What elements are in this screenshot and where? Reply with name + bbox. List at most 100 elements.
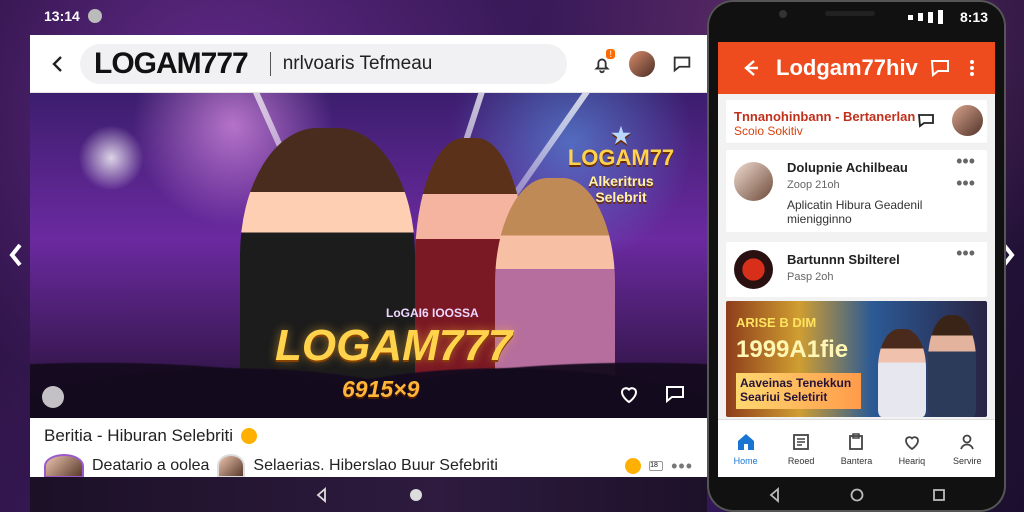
- phone-banner-line-two: 1999A1fie: [736, 336, 849, 363]
- heart-icon: [620, 387, 638, 404]
- feed-avatar[interactable]: [44, 454, 84, 477]
- left-status-time: 13:14: [44, 8, 80, 24]
- hero-small-caption: LoGAI6 IOOSSA: [386, 306, 479, 320]
- phone-top-card-chat-icon[interactable]: [917, 112, 935, 130]
- phone-time: 8:13: [959, 9, 988, 25]
- phone-chat-button[interactable]: [929, 57, 951, 79]
- signal-bar: [938, 10, 943, 24]
- section-title: Beritia - Hiburan Selebriti: [44, 426, 693, 446]
- left-status-bar: 13:14: [44, 8, 102, 24]
- tab-home-label: Home: [733, 455, 758, 466]
- notifications-button[interactable]: !: [587, 48, 617, 79]
- phone-nav-recents-button[interactable]: [931, 487, 947, 503]
- tab-board-label: Bantera: [840, 455, 873, 466]
- phone-tab-bar: Home Reoed Bantera Heariq Servire: [718, 419, 995, 477]
- search-separator: [269, 51, 271, 76]
- notification-badge: !: [606, 48, 615, 59]
- phone-status-bar: 8:13: [707, 0, 1006, 42]
- tab-profile[interactable]: Servire: [943, 432, 991, 466]
- banner-person-left: [878, 329, 926, 417]
- speaker-grille: [825, 11, 875, 16]
- profile-avatar[interactable]: [627, 48, 657, 79]
- chat-bubble-icon: [673, 56, 691, 72]
- signal-bar: [908, 14, 913, 20]
- phone-nav-back-button[interactable]: [767, 486, 783, 503]
- phone-screen: Lodgam77hiv Tnnanohinbann - Bertanerlan …: [718, 42, 995, 477]
- comment-icon: [666, 386, 684, 404]
- phone-secondary-post-meta: Pasp 2oh: [787, 271, 834, 283]
- phone-top-card-subtitle: Scoio Sokitiv: [734, 124, 803, 138]
- heart-icon: [902, 432, 922, 452]
- phone-top-card[interactable]: Tnnanohinbann - Bertanerlan Scoio Sokiti…: [726, 100, 987, 144]
- hero-banner[interactable]: ★ LOGAM77 Alkeritrus Selebrit LoGAI6 IOO…: [30, 93, 707, 418]
- hero-left-icon[interactable]: [42, 386, 64, 408]
- chat-button[interactable]: [667, 49, 697, 79]
- hero-actions: [617, 382, 689, 408]
- more-options-icon[interactable]: •••: [671, 456, 693, 477]
- main-top-bar: LOGAM777 nrlvoaris Tefmeau !: [30, 35, 707, 93]
- feed-emoji-icon: [625, 458, 642, 474]
- tab-home[interactable]: Home: [722, 432, 770, 466]
- phone-post-meta: Zoop 21oh: [787, 179, 840, 191]
- nav-home-button[interactable]: [408, 487, 424, 503]
- phone-home-circle-icon: [850, 488, 863, 501]
- phone-post-more-icon[interactable]: •••: [956, 152, 975, 170]
- phone-android-nav: [707, 477, 1006, 512]
- hero-number-text: 6915×9: [342, 376, 420, 402]
- profile-icon: [957, 432, 977, 452]
- main-android-nav: [30, 477, 707, 512]
- phone-menu-button[interactable]: [961, 57, 983, 79]
- status-dot-icon: [87, 9, 102, 23]
- phone-promo-banner[interactable]: ARISE B DIM 1999A1fie Aaveinas Tenekkun …: [726, 301, 987, 417]
- hero-small-logo-subtext: Alkeritrus Selebrit: [588, 173, 654, 205]
- phone-app-header: Lodgam77hiv: [718, 42, 995, 94]
- smile-emoji-icon: [240, 428, 257, 444]
- phone-nav-home-button[interactable]: [849, 487, 865, 503]
- home-icon: [736, 432, 756, 452]
- phone-device: 8:13 Lodgam77hiv Tnnanohinbann - Bertane…: [707, 0, 1006, 512]
- phone-top-card-title: Tnnanohinbann - Bertanerlan: [734, 109, 916, 124]
- signal-bar: [918, 13, 923, 21]
- search-bar[interactable]: LOGAM777 nrlvoaris Tefmeau: [80, 43, 567, 84]
- tab-news[interactable]: Reoed: [777, 432, 825, 466]
- phone-post-avatar[interactable]: [734, 162, 773, 201]
- front-camera: [779, 10, 787, 18]
- phone-banner-line-three: Aaveinas Tenekkun Seariui Seletirit: [736, 373, 861, 409]
- circle-home-icon: [409, 488, 422, 501]
- phone-header-title: Lodgam77hiv: [776, 55, 918, 80]
- tab-profile-label: Servire: [952, 455, 982, 466]
- tab-news-label: Reoed: [787, 455, 815, 466]
- banner-person-right: [928, 315, 976, 417]
- arrow-back-icon: [744, 60, 758, 76]
- phone-top-card-avatar[interactable]: [952, 105, 983, 136]
- phone-post-description: Aplicatin Hibura Geadenil mienigginno: [787, 198, 923, 227]
- feed-row[interactable]: Deatario a oolea Selaerias. Hiberslao Bu…: [44, 454, 693, 477]
- phone-post-logo-avatar[interactable]: [734, 250, 773, 289]
- previous-arrow-icon[interactable]: [8, 243, 24, 267]
- hero-small-logo-text: LOGAM77: [567, 145, 675, 170]
- triangle-back-icon: [316, 486, 326, 503]
- phone-banner-line-one: ARISE B DIM: [736, 315, 817, 330]
- feed-avatar-secondary[interactable]: [217, 454, 246, 477]
- nav-back-button[interactable]: [314, 486, 330, 503]
- phone-secondary-post-name: Bartunnn Sbilterel: [787, 252, 900, 267]
- signal-indicators: [908, 10, 948, 24]
- comment-button[interactable]: [663, 382, 689, 408]
- feed-left-text: Deatario a oolea: [92, 457, 210, 474]
- phone-back-button[interactable]: [740, 57, 762, 79]
- phone-post-card[interactable]: Dolupnie Achilbeau Zoop 21oh Aplicatin H…: [726, 150, 987, 232]
- chat-icon: [930, 60, 949, 77]
- phone-post-more-icon-secondary[interactable]: •••: [956, 174, 975, 192]
- phone-secondary-post-more-icon[interactable]: •••: [956, 244, 975, 262]
- tab-favorites[interactable]: Heariq: [888, 432, 936, 466]
- feed-tag-icon: 18: [649, 461, 664, 471]
- brand-logo-text: LOGAM777: [94, 46, 249, 80]
- back-arrow-icon: [52, 55, 62, 72]
- phone-post-card-secondary[interactable]: Bartunnn Sbilterel Pasp 2oh •••: [726, 242, 987, 297]
- phone-back-triangle-icon: [769, 486, 779, 503]
- like-button[interactable]: [617, 382, 643, 408]
- newspaper-icon: [791, 432, 811, 452]
- tab-board[interactable]: Bantera: [832, 432, 880, 466]
- top-right-icons: !: [587, 48, 697, 79]
- back-button[interactable]: [40, 46, 76, 82]
